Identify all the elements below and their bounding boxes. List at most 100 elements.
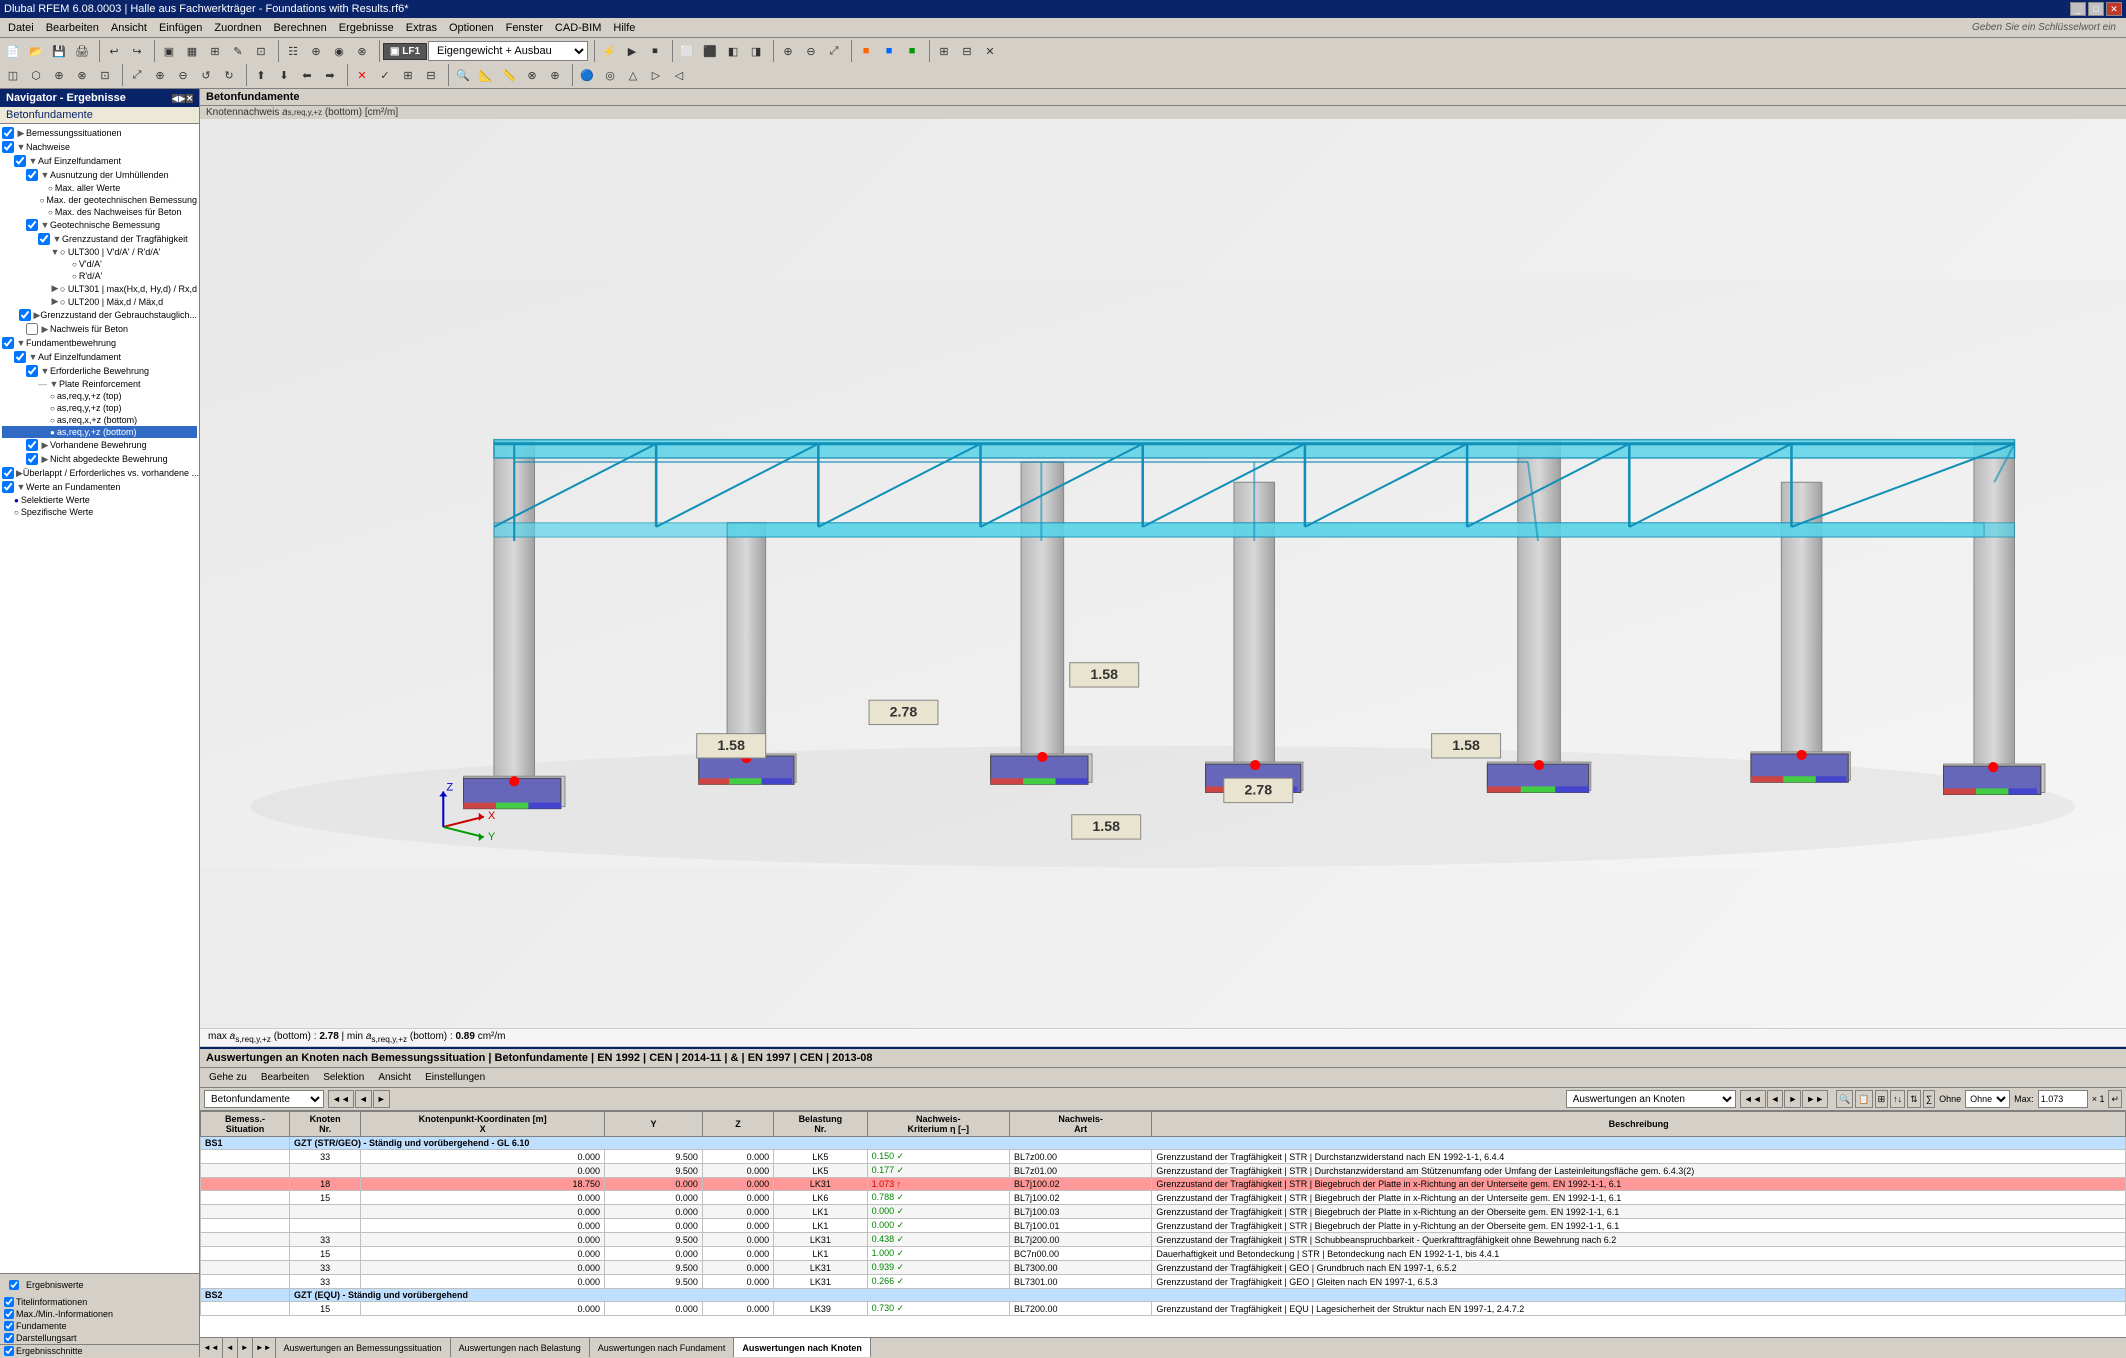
tb-color-1[interactable]: ■	[855, 40, 877, 62]
tab-auswertungen-situation[interactable]: Auswertungen an Bemessungssituation	[276, 1338, 451, 1357]
results-view-button[interactable]: Ansicht	[373, 1070, 416, 1085]
tb-view-3[interactable]: ◧	[722, 40, 744, 62]
tb2-d[interactable]: ➡	[319, 64, 341, 86]
tree-item-fundamentbewehrung[interactable]: ▼ Fundamentbewehrung	[2, 336, 197, 350]
tree-item-auf-einzelfundament[interactable]: ▼ Auf Einzelfundament	[2, 154, 197, 168]
tb2-h[interactable]: ⊟	[420, 64, 442, 86]
tree-item-erforderliche-bew[interactable]: ▼ Erforderliche Bewehrung	[2, 364, 197, 378]
tree-item-ueberlappt[interactable]: ▶ Überlappt / Erforderliches vs. vorhand…	[2, 466, 197, 480]
tab-auswertungen-knoten[interactable]: Auswertungen nach Knoten	[734, 1338, 871, 1357]
tree-item-asreqx-bottom[interactable]: ○ as,req,x,+z (bottom)	[2, 414, 197, 426]
tb2-p[interactable]: △	[622, 64, 644, 86]
results-nav-first2[interactable]: ◄◄	[1740, 1090, 1766, 1108]
results-nav-prev2[interactable]: ◄	[1767, 1090, 1784, 1108]
results-nav-next2[interactable]: ►	[1784, 1090, 1801, 1108]
tree-item-rda[interactable]: ○ R'd/A'	[2, 270, 197, 282]
tb2-3[interactable]: ⊕	[48, 64, 70, 86]
tb-btn-1[interactable]: ▣	[158, 40, 180, 62]
tb-btn-4[interactable]: ✎	[227, 40, 249, 62]
menu-cad-bim[interactable]: CAD-BIM	[549, 20, 607, 36]
tb2-4[interactable]: ⊗	[71, 64, 93, 86]
open-button[interactable]: 📂	[25, 40, 47, 62]
tree-item-selektierte-werte[interactable]: ● Selektierte Werte	[2, 494, 197, 506]
tree-item-vorhandene-bew[interactable]: ▶ Vorhandene Bewehrung	[2, 438, 197, 452]
menu-optionen[interactable]: Optionen	[443, 20, 500, 36]
tab-nav-prev[interactable]: ◄	[223, 1338, 238, 1358]
tb2-j[interactable]: 📐	[475, 64, 497, 86]
tb2-n[interactable]: 🔵	[576, 64, 598, 86]
tb-calc-2[interactable]: ▶	[621, 40, 643, 62]
results-edit-button[interactable]: Bearbeiten	[256, 1070, 314, 1085]
tb2-6[interactable]: ⤢	[126, 64, 148, 86]
tab-nav-last[interactable]: ►►	[253, 1338, 276, 1358]
tree-item-max-beton[interactable]: ○ Max. des Nachweises für Beton	[2, 206, 197, 218]
tab-auswertungen-belastung[interactable]: Auswertungen nach Belastung	[451, 1338, 590, 1357]
tb2-k[interactable]: 📏	[498, 64, 520, 86]
tb-calc-1[interactable]: ⚡	[598, 40, 620, 62]
results-icon-6[interactable]: ∑	[1923, 1090, 1935, 1108]
results-max-input[interactable]	[2038, 1090, 2088, 1108]
tree-item-asreqy-bottom-selected[interactable]: ● as,req,y,+z (bottom)	[2, 426, 197, 438]
results-ohne-dropdown[interactable]: Ohne	[1965, 1090, 2010, 1108]
tb-misc-2[interactable]: ⊟	[956, 40, 978, 62]
navigator-tab[interactable]: Betonfundamente	[0, 107, 199, 124]
tb-btn-2[interactable]: ▦	[181, 40, 203, 62]
tree-item-ult300[interactable]: ▼ ○ ULT300 | V'd/A' / R'd/A'	[2, 246, 197, 258]
results-icon-3[interactable]: ⊞	[1875, 1090, 1889, 1108]
tree-item-spezifische-werte[interactable]: ○ Spezifische Werte	[2, 506, 197, 518]
results-icon-1[interactable]: 🔍	[1836, 1090, 1853, 1108]
tb2-c[interactable]: ⬅	[296, 64, 318, 86]
tb-btn-5[interactable]: ⊡	[250, 40, 272, 62]
results-type-dropdown[interactable]: Auswertungen an Knoten	[1566, 1090, 1736, 1108]
results-settings-button[interactable]: Einstellungen	[420, 1070, 490, 1085]
undo-button[interactable]: ↩	[103, 40, 125, 62]
tb2-g[interactable]: ⊞	[397, 64, 419, 86]
menu-datei[interactable]: Datei	[2, 20, 40, 36]
nav-back-button[interactable]: ◀	[172, 94, 178, 103]
tb-misc-1[interactable]: ⊞	[933, 40, 955, 62]
tree-item-werte-fundamenten[interactable]: ▼ Werte an Fundamenten	[2, 480, 197, 494]
tb2-f[interactable]: ✓	[374, 64, 396, 86]
results-icon-4[interactable]: ↑↓	[1890, 1090, 1905, 1108]
new-button[interactable]: 📄	[2, 40, 24, 62]
menu-fenster[interactable]: Fenster	[500, 20, 549, 36]
tab-nav-first[interactable]: ◄◄	[200, 1338, 223, 1358]
menu-bearbeiten[interactable]: Bearbeiten	[40, 20, 105, 36]
tree-item-plate-reinforcement[interactable]: — ▼ Plate Reinforcement	[2, 378, 197, 390]
nav-forward-button[interactable]: ▶	[179, 94, 185, 103]
tree-item-grenzzustand-trag[interactable]: ▼ Grenzzustand der Tragfähigkeit	[2, 232, 197, 246]
tb2-8[interactable]: ⊖	[172, 64, 194, 86]
tree-item-auf-einzel-bew[interactable]: ▼ Auf Einzelfundament	[2, 350, 197, 364]
tree-item-ult200[interactable]: ▶ ○ ULT200 | Mäx,d / Mäx,d	[2, 295, 197, 308]
tb-color-2[interactable]: ■	[878, 40, 900, 62]
tb-view-2[interactable]: ⬛	[699, 40, 721, 62]
menu-ergebnisse[interactable]: Ergebnisse	[333, 20, 400, 36]
tb2-a[interactable]: ⬆	[250, 64, 272, 86]
tb-view-1[interactable]: ⬜	[676, 40, 698, 62]
tb-calc-3[interactable]: ⏹	[644, 40, 666, 62]
tb-zoom-all[interactable]: ⤢	[823, 40, 845, 62]
tb2-i[interactable]: 🔍	[452, 64, 474, 86]
tb-zoom-in[interactable]: ⊕	[777, 40, 799, 62]
tab-nav-next[interactable]: ►	[238, 1338, 253, 1358]
tree-item-max-aller[interactable]: ○ Max. aller Werte	[2, 182, 197, 194]
tb-color-3[interactable]: ■	[901, 40, 923, 62]
tb2-10[interactable]: ↻	[218, 64, 240, 86]
tree-item-grenzzustand-gebrauch[interactable]: ▶ Grenzzustand der Gebrauchstauglich...	[2, 308, 197, 322]
results-selection-button[interactable]: Selektion	[318, 1070, 369, 1085]
tb2-2[interactable]: ⬡	[25, 64, 47, 86]
nav-ergebniswerte-btn[interactable]	[4, 1276, 24, 1294]
tab-auswertungen-fundament[interactable]: Auswertungen nach Fundament	[590, 1338, 735, 1357]
tb2-5[interactable]: ⊡	[94, 64, 116, 86]
results-nav-next[interactable]: ►	[373, 1090, 390, 1108]
menu-berechnen[interactable]: Berechnen	[268, 20, 333, 36]
tb-btn-3[interactable]: ⊞	[204, 40, 226, 62]
tree-item-asreqy-top[interactable]: ○ as,req,y,+z (top)	[2, 390, 197, 402]
tb-misc-3[interactable]: ✕	[979, 40, 1001, 62]
tb2-7[interactable]: ⊕	[149, 64, 171, 86]
print-button[interactable]: 🖨	[71, 40, 93, 62]
tree-item-vda[interactable]: ○ V'd/A'	[2, 258, 197, 270]
redo-button[interactable]: ↪	[126, 40, 148, 62]
tree-item-geotechnische[interactable]: ▼ Geotechnische Bemessung	[2, 218, 197, 232]
tb2-r[interactable]: ◁	[668, 64, 690, 86]
